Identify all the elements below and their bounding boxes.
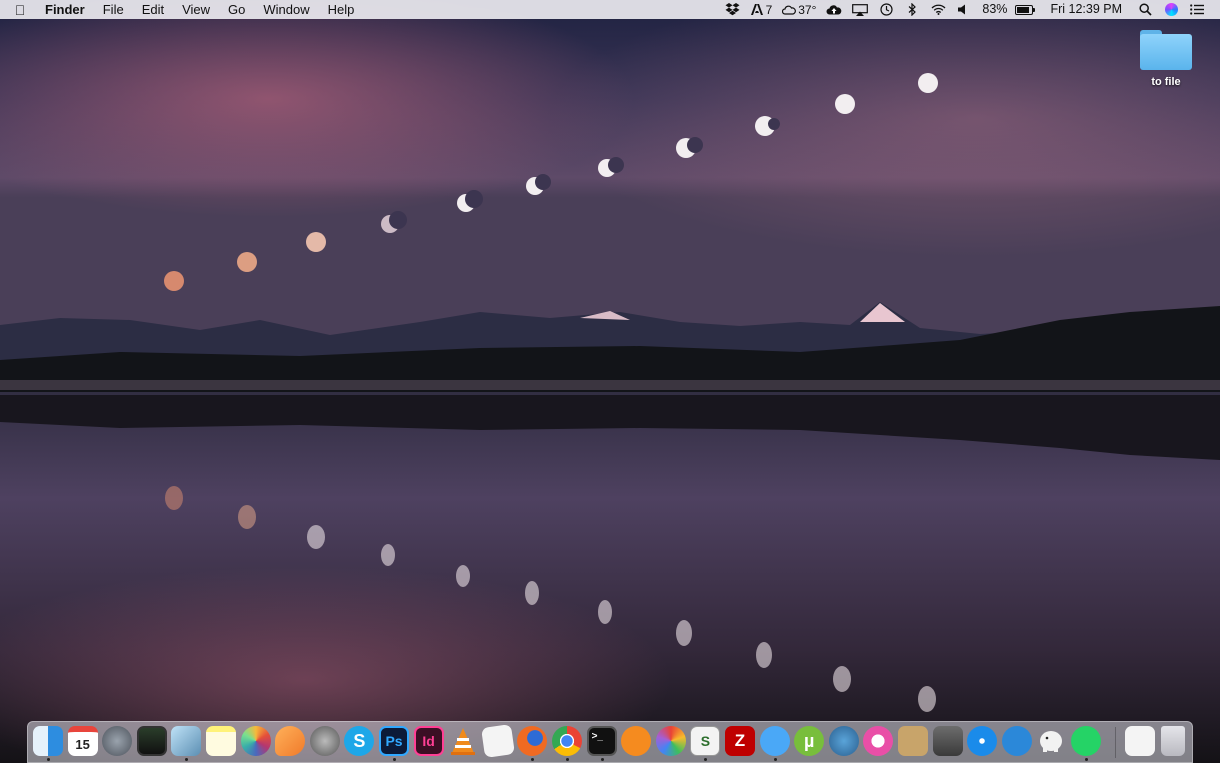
itunes-icon[interactable]: [828, 726, 859, 756]
dock-icon-label: S: [353, 730, 366, 751]
slides-app-icon[interactable]: [275, 726, 306, 756]
running-indicator: [704, 758, 708, 761]
finder-icon[interactable]: [33, 726, 63, 756]
weather-icon[interactable]: 37°: [777, 0, 821, 19]
textedit-icon[interactable]: [480, 724, 515, 758]
time-machine-icon[interactable]: [873, 0, 899, 19]
menu-go[interactable]: Go: [219, 0, 254, 19]
indesign-icon[interactable]: Id: [413, 726, 444, 756]
whatsapp-icon[interactable]: [1071, 726, 1101, 756]
notes-icon[interactable]: [206, 726, 236, 756]
safari-icon[interactable]: [967, 726, 998, 756]
menu-help[interactable]: Help: [319, 0, 364, 19]
wifi-icon[interactable]: [925, 0, 951, 19]
archive-icon[interactable]: [1125, 726, 1155, 756]
firefox-icon[interactable]: [517, 726, 548, 756]
desktop-folder-label: to file: [1151, 76, 1181, 88]
filezilla-icon[interactable]: Z: [725, 726, 755, 756]
picasa-icon[interactable]: [655, 726, 686, 756]
desktop-folder-to-file[interactable]: to file: [1125, 30, 1207, 88]
vlc-icon[interactable]: [448, 726, 479, 756]
running-indicator: [1085, 758, 1088, 761]
menu-window[interactable]: Window: [254, 0, 318, 19]
notification-center-icon[interactable]: [1184, 0, 1210, 19]
desktop-wallpaper: [0, 0, 1220, 763]
dropbox-icon[interactable]: [720, 0, 746, 19]
dock-icon-label: Ps: [385, 733, 403, 749]
dock-separator: [1115, 727, 1116, 758]
siri-icon[interactable]: [1158, 0, 1184, 19]
photoshop-icon[interactable]: Ps: [379, 726, 409, 756]
launchpad-icon[interactable]: [102, 726, 133, 756]
battery-icon[interactable]: [1012, 0, 1038, 19]
trash-icon[interactable]: [1161, 726, 1185, 756]
dock-icon-label: S: [700, 733, 711, 749]
menu-file[interactable]: File: [94, 0, 133, 19]
dock: 15 S Ps Id >_ S Zµ: [27, 721, 1193, 763]
folder-icon: [1140, 30, 1192, 70]
spotlight-icon[interactable]: [1132, 0, 1158, 19]
system-preferences-icon[interactable]: [309, 726, 340, 756]
airplay-icon[interactable]: [847, 0, 873, 19]
ibooks-icon[interactable]: [621, 726, 652, 756]
messages-icon[interactable]: [759, 726, 790, 756]
dock-icon-label: >_: [591, 731, 603, 742]
skype-icon[interactable]: S: [344, 726, 375, 756]
battery-percent[interactable]: 83%: [977, 0, 1012, 19]
menu-bar:  Finder File Edit View Go Window Help 7…: [0, 0, 1220, 19]
mission-control-icon[interactable]: [136, 726, 167, 756]
dock-icon-label: Id: [422, 733, 435, 749]
adobe-icon[interactable]: 7: [746, 0, 778, 19]
apple-menu-icon[interactable]: : [0, 2, 40, 18]
chrome-icon[interactable]: [552, 726, 582, 756]
running-indicator: [47, 758, 50, 761]
terminal-icon[interactable]: >_: [586, 726, 617, 756]
scrivener-icon[interactable]: S: [690, 726, 721, 756]
evernote-icon[interactable]: [1036, 726, 1066, 756]
running-indicator: [773, 758, 777, 761]
menu-app-name[interactable]: Finder: [40, 0, 94, 19]
running-indicator: [531, 758, 535, 761]
running-indicator: [393, 758, 396, 761]
menu-view[interactable]: View: [173, 0, 219, 19]
cloud-upload-icon[interactable]: [821, 0, 847, 19]
weather-temp: 37°: [798, 2, 817, 17]
volume-icon[interactable]: [951, 0, 977, 19]
wunderlist-icon[interactable]: [1001, 726, 1032, 756]
calendar-icon[interactable]: 15: [67, 726, 98, 756]
dock-icon-label: Z: [734, 731, 746, 750]
dock-icon-label: µ: [804, 730, 815, 751]
photos-icon[interactable]: [240, 726, 271, 756]
calculator-icon[interactable]: [932, 726, 963, 756]
utorrent-icon[interactable]: µ: [794, 726, 825, 756]
dock-icon-label: 15: [75, 736, 90, 752]
adobe-count: 7: [765, 2, 773, 17]
bluetooth-icon[interactable]: [899, 0, 925, 19]
running-indicator: [566, 758, 569, 761]
preview-icon[interactable]: [171, 726, 202, 756]
running-indicator: [600, 758, 604, 761]
music-icon[interactable]: [863, 726, 894, 756]
running-indicator: [185, 758, 189, 761]
contacts-icon[interactable]: [898, 726, 928, 756]
menu-edit[interactable]: Edit: [133, 0, 173, 19]
clock[interactable]: Fri 12:39 PM: [1038, 0, 1132, 19]
